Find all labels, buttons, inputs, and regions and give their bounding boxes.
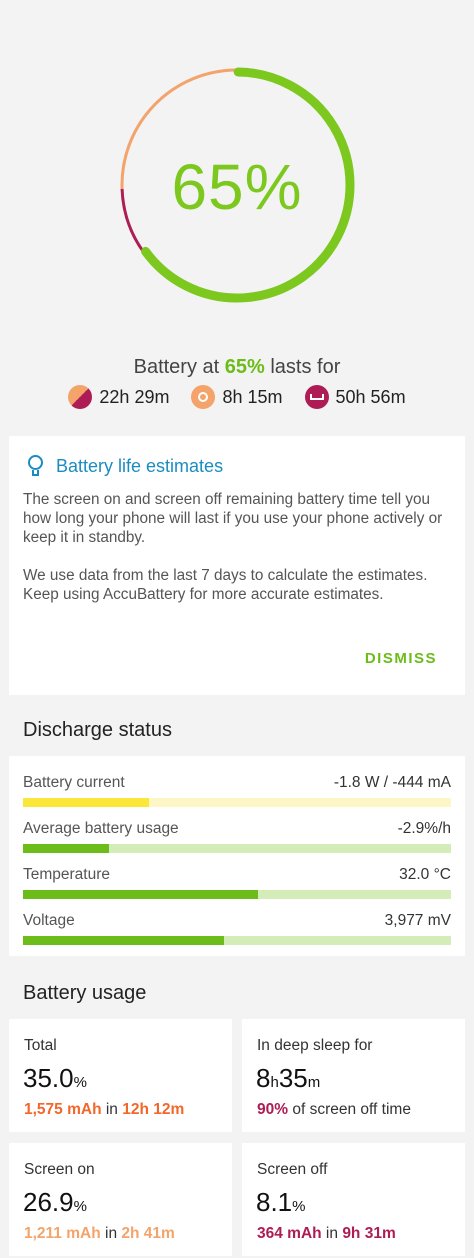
- usage-tile-deep-sleep[interactable]: In deep sleep for 8h35m 90% of screen of…: [242, 1019, 465, 1132]
- tile-detail: 1,211 mAh in 2h 41m: [24, 1225, 175, 1242]
- metric-value: 3,977 mV: [384, 912, 451, 929]
- battery-ring-section: 65% Battery at 65% lasts for 22h 29m 8h …: [0, 0, 474, 430]
- battery-percent: 65%: [171, 151, 303, 223]
- tile-label: Total: [24, 1037, 57, 1054]
- usage-tile-screen-off[interactable]: Screen off 8.1% 364 mAh in 9h 31m: [242, 1143, 465, 1256]
- metric-value: -1.8 W / -444 mA: [333, 774, 451, 791]
- tile-value: 26.9%: [23, 1187, 87, 1217]
- estimate-sleep: 50h 56m: [304, 385, 406, 409]
- estimate-mixed: 22h 29m: [68, 385, 169, 409]
- metric-fill: [23, 844, 109, 853]
- metric-label: Temperature: [23, 866, 111, 883]
- info-paragraph: The screen on and screen off remaining b…: [23, 491, 443, 546]
- metric-fill: [23, 936, 225, 945]
- metric-track: [23, 844, 451, 853]
- battery-usage-title: Battery usage: [23, 982, 147, 1004]
- metric-value: -2.9%/h: [397, 820, 451, 837]
- estimates-row: 22h 29m 8h 15m 50h 56m: [0, 385, 474, 409]
- tile-value: 8h35m: [256, 1063, 321, 1093]
- discharge-card: Battery current -1.8 W / -444 mA Average…: [9, 756, 465, 956]
- tile-detail: 364 mAh in 9h 31m: [257, 1225, 396, 1242]
- usage-tile-screen-on[interactable]: Screen on 26.9% 1,211 mAh in 2h 41m: [9, 1143, 232, 1256]
- estimate-sleep-value: 50h 56m: [335, 386, 406, 407]
- sleep-icon: [304, 385, 329, 409]
- tile-value: 8.1%: [256, 1187, 306, 1217]
- info-card-header: Battery life estimates: [25, 454, 223, 478]
- tile-value: 35.0%: [23, 1063, 87, 1093]
- lightbulb-icon: [25, 454, 47, 478]
- discharge-status-title: Discharge status: [23, 719, 172, 741]
- metric-fill: [23, 890, 259, 899]
- info-card-body: The screen on and screen off remaining b…: [23, 490, 448, 604]
- dismiss-button[interactable]: DISMISS: [365, 650, 437, 667]
- battery-lasts-percent: 65%: [224, 356, 265, 378]
- estimate-screen-on-value: 8h 15m: [222, 386, 283, 407]
- metric-label: Average battery usage: [23, 820, 179, 837]
- tile-label: Screen off: [257, 1161, 328, 1178]
- metric-track: [23, 890, 451, 899]
- estimate-mixed-value: 22h 29m: [99, 386, 170, 407]
- metric-label: Voltage: [23, 912, 75, 929]
- metric-track: [23, 798, 451, 807]
- metric-label: Battery current: [23, 774, 125, 791]
- tile-detail: 1,575 mAh in 12h 12m: [24, 1101, 185, 1118]
- metric-fill: [23, 798, 150, 807]
- info-paragraph: We use data from the last 7 days to calc…: [23, 567, 428, 603]
- tile-label: In deep sleep for: [257, 1037, 373, 1054]
- screen-on-icon: [191, 385, 216, 409]
- metric-value: 32.0 °C: [399, 866, 451, 883]
- estimate-screen-on: 8h 15m: [191, 385, 283, 409]
- info-card-title: Battery life estimates: [56, 455, 224, 476]
- mixed-usage-icon: [68, 385, 93, 409]
- info-card: Battery life estimates The screen on and…: [9, 436, 465, 695]
- usage-tile-total[interactable]: Total 35.0% 1,575 mAh in 12h 12m: [9, 1019, 232, 1132]
- tile-detail: 90% of screen off time: [257, 1101, 411, 1118]
- tile-label: Screen on: [24, 1161, 95, 1178]
- metric-track: [23, 936, 451, 945]
- battery-lasts-text: Battery at 65% lasts for: [133, 356, 341, 378]
